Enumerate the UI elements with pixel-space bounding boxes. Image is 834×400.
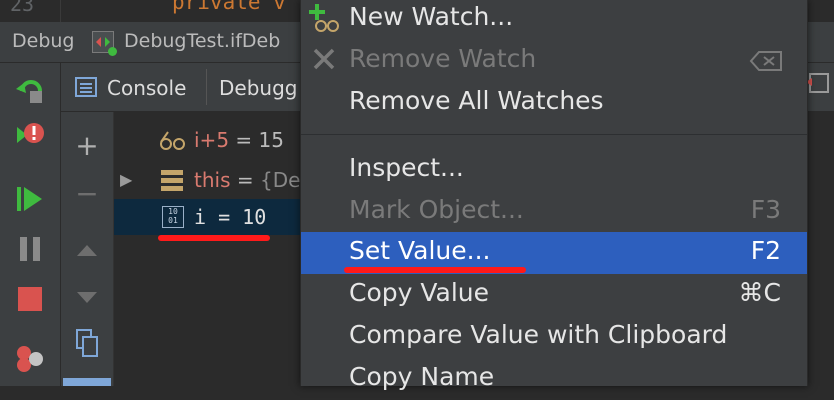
debug-left-toolbar	[0, 63, 61, 386]
menu-item-copy-value[interactable]: Copy Value ⌘C	[301, 274, 807, 316]
menu-item-new-watch[interactable]: New Watch...	[301, 0, 807, 40]
context-menu: New Watch... Remove Watch Remove All Wat…	[300, 0, 808, 391]
tree-row-watch-expression[interactable]: i+5 = 15	[114, 122, 300, 158]
menu-item-remove-watch[interactable]: Remove Watch	[301, 40, 807, 82]
object-fields-icon	[160, 168, 184, 192]
mute-breakpoints-icon[interactable]	[14, 343, 46, 375]
variable-value: 15	[258, 128, 284, 152]
debug-session-tab[interactable]: DebugTest.ifDeb	[124, 30, 280, 52]
watch-glasses-icon	[158, 130, 188, 152]
menu-item-shortcut: F3	[750, 195, 781, 224]
menu-separator	[301, 134, 807, 135]
menu-item-shortcut: F2	[750, 236, 781, 265]
add-watch-button[interactable]: +	[61, 126, 113, 166]
code-line: private v	[172, 0, 286, 14]
menu-item-shortcut: ⌘C	[738, 278, 781, 307]
menu-item-inspect[interactable]: Inspect...	[301, 149, 807, 191]
menu-item-label: Mark Object...	[349, 195, 524, 224]
tree-row-i-selected[interactable]: 10 01 i = 10	[114, 199, 300, 235]
menu-item-label: Inspect...	[349, 153, 464, 182]
restore-layout-icon[interactable]	[804, 70, 832, 96]
remove-watch-button[interactable]: −	[61, 174, 113, 214]
variable-operator: =	[229, 128, 259, 152]
pause-icon[interactable]	[14, 233, 46, 265]
tab-divider	[206, 69, 207, 105]
highlight-underline-set-value	[344, 267, 526, 273]
resume-icon[interactable]	[14, 183, 46, 215]
console-icon	[75, 77, 97, 97]
variable-operator: =	[230, 168, 260, 192]
variable-value: 10	[242, 205, 267, 229]
backspace-key-icon	[749, 50, 783, 76]
variable-name: i	[194, 205, 207, 229]
menu-item-mark-object[interactable]: Mark Object... F3	[301, 191, 807, 233]
menu-item-label: Set Value...	[349, 236, 491, 265]
gutter-separator	[60, 0, 61, 22]
stop-icon[interactable]	[14, 283, 46, 315]
copy-icon[interactable]	[61, 328, 113, 368]
menu-item-compare-value[interactable]: Compare Value with Clipboard	[301, 316, 807, 358]
menu-item-copy-name[interactable]: Copy Name	[301, 358, 807, 400]
move-down-icon[interactable]	[61, 276, 113, 316]
watches-toolbar: + −	[61, 112, 114, 386]
variable-operator: =	[206, 205, 243, 229]
variable-name: i+5	[194, 128, 230, 152]
rerun-icon[interactable]	[14, 73, 46, 105]
debug-window-title: Debug	[12, 30, 75, 52]
tab-debugger[interactable]: Debugg	[219, 76, 297, 100]
tree-row-this[interactable]: ▶ this = {De	[114, 162, 300, 198]
menu-item-label: Compare Value with Clipboard	[349, 320, 728, 349]
variable-value: {De	[259, 168, 301, 192]
menu-item-remove-all-watches[interactable]: Remove All Watches	[301, 82, 807, 124]
tab-console-label: Console	[107, 76, 187, 100]
new-watch-icon	[309, 2, 341, 34]
primitive-variable-icon: 10 01	[162, 206, 184, 228]
line-number: 23	[10, 0, 35, 16]
move-up-icon[interactable]	[61, 228, 113, 268]
watches-tree[interactable]: i+5 = 15 ▶ this = {De 10 01 i = 10	[114, 112, 300, 386]
highlight-underline-variable	[158, 235, 270, 241]
expand-arrow-icon[interactable]: ▶	[120, 170, 132, 189]
run-configuration-icon	[92, 31, 117, 56]
view-breakpoints-icon[interactable]	[14, 121, 46, 153]
menu-item-label: Remove Watch	[349, 44, 537, 73]
close-icon	[309, 44, 341, 76]
menu-item-label: New Watch...	[349, 2, 514, 31]
menu-item-label: Copy Value	[349, 278, 490, 307]
menu-item-label: Remove All Watches	[349, 86, 604, 115]
variable-name: this	[194, 168, 231, 192]
menu-item-label: Copy Name	[349, 362, 495, 391]
watches-icon-partial	[63, 378, 111, 386]
